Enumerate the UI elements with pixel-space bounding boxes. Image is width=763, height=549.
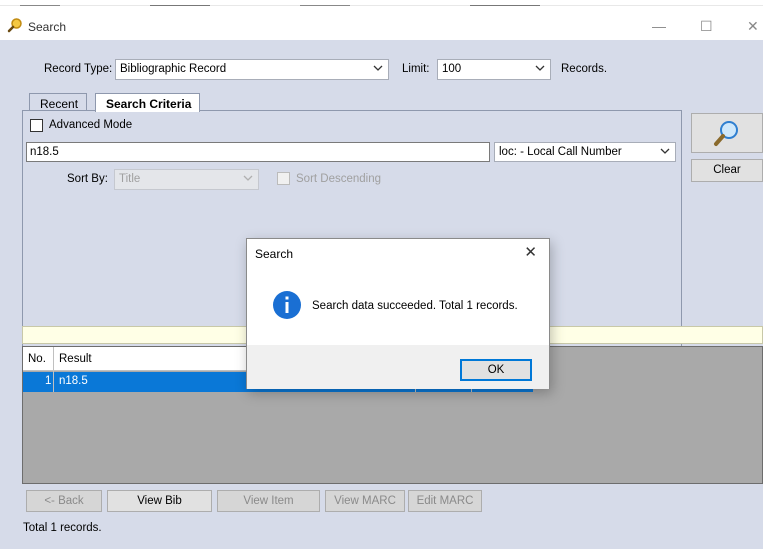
magnifier-icon — [7, 17, 23, 36]
dialog-message: Search data succeeded. Total 1 records. — [312, 300, 518, 312]
column-header-no: No. — [28, 353, 46, 365]
search-result-dialog: Search ✕ Search data succeeded. Total 1 … — [246, 238, 550, 389]
background-window-strip — [0, 0, 763, 6]
view-marc-button[interactable]: View MARC — [325, 490, 405, 512]
advanced-mode-label: Advanced Mode — [49, 119, 133, 131]
record-type-dropdown[interactable]: Bibliographic Record — [115, 59, 389, 80]
search-button[interactable] — [691, 113, 763, 153]
records-label: Records. — [561, 63, 608, 75]
window-titlebar: Search — ☐ ✕ — [0, 0, 763, 40]
row-result: n18.5 — [59, 375, 88, 387]
view-item-button[interactable]: View Item — [217, 490, 320, 512]
ok-button[interactable]: OK — [460, 359, 532, 381]
sort-by-dropdown[interactable]: Title — [114, 169, 259, 190]
chevron-down-icon — [660, 146, 670, 159]
clear-button[interactable]: Clear — [691, 159, 763, 182]
minimize-button[interactable]: — — [652, 18, 666, 34]
sort-descending-checkbox[interactable] — [277, 172, 290, 185]
column-divider — [53, 347, 54, 392]
magnifier-icon — [712, 121, 742, 151]
sort-descending-label: Sort Descending — [296, 173, 382, 185]
maximize-button[interactable]: ☐ — [700, 18, 713, 35]
limit-dropdown[interactable]: 100 — [437, 59, 551, 80]
limit-value: 100 — [442, 63, 462, 75]
limit-label: Limit: — [402, 63, 430, 75]
chevron-down-icon — [535, 63, 545, 76]
window-title: Search — [28, 20, 67, 34]
record-type-label: Record Type: — [44, 63, 113, 75]
search-term-input[interactable]: n18.5 — [26, 142, 490, 162]
advanced-mode-checkbox[interactable] — [30, 119, 43, 132]
sort-by-value: Title — [119, 173, 141, 185]
info-icon — [272, 290, 302, 323]
chevron-down-icon — [373, 63, 383, 76]
sort-by-label: Sort By: — [67, 173, 108, 185]
row-number: 1 — [45, 375, 52, 387]
view-bib-button[interactable]: View Bib — [107, 490, 212, 512]
search-index-dropdown[interactable]: loc: - Local Call Number — [494, 142, 676, 162]
close-button[interactable]: ✕ — [747, 18, 759, 35]
tab-search-criteria[interactable]: Search Criteria — [95, 93, 201, 112]
status-text: Total 1 records. — [23, 522, 102, 534]
dialog-title: Search — [255, 247, 294, 261]
back-button[interactable]: <- Back — [26, 490, 102, 512]
background-window-edge — [0, 5, 763, 6]
edit-marc-button[interactable]: Edit MARC — [408, 490, 482, 512]
column-header-result: Result — [59, 353, 92, 365]
record-type-value: Bibliographic Record — [120, 63, 227, 75]
search-index-value: loc: - Local Call Number — [499, 146, 622, 158]
dialog-footer: OK — [247, 345, 549, 389]
dialog-close-button[interactable]: ✕ — [524, 243, 537, 261]
chevron-down-icon — [243, 173, 253, 186]
